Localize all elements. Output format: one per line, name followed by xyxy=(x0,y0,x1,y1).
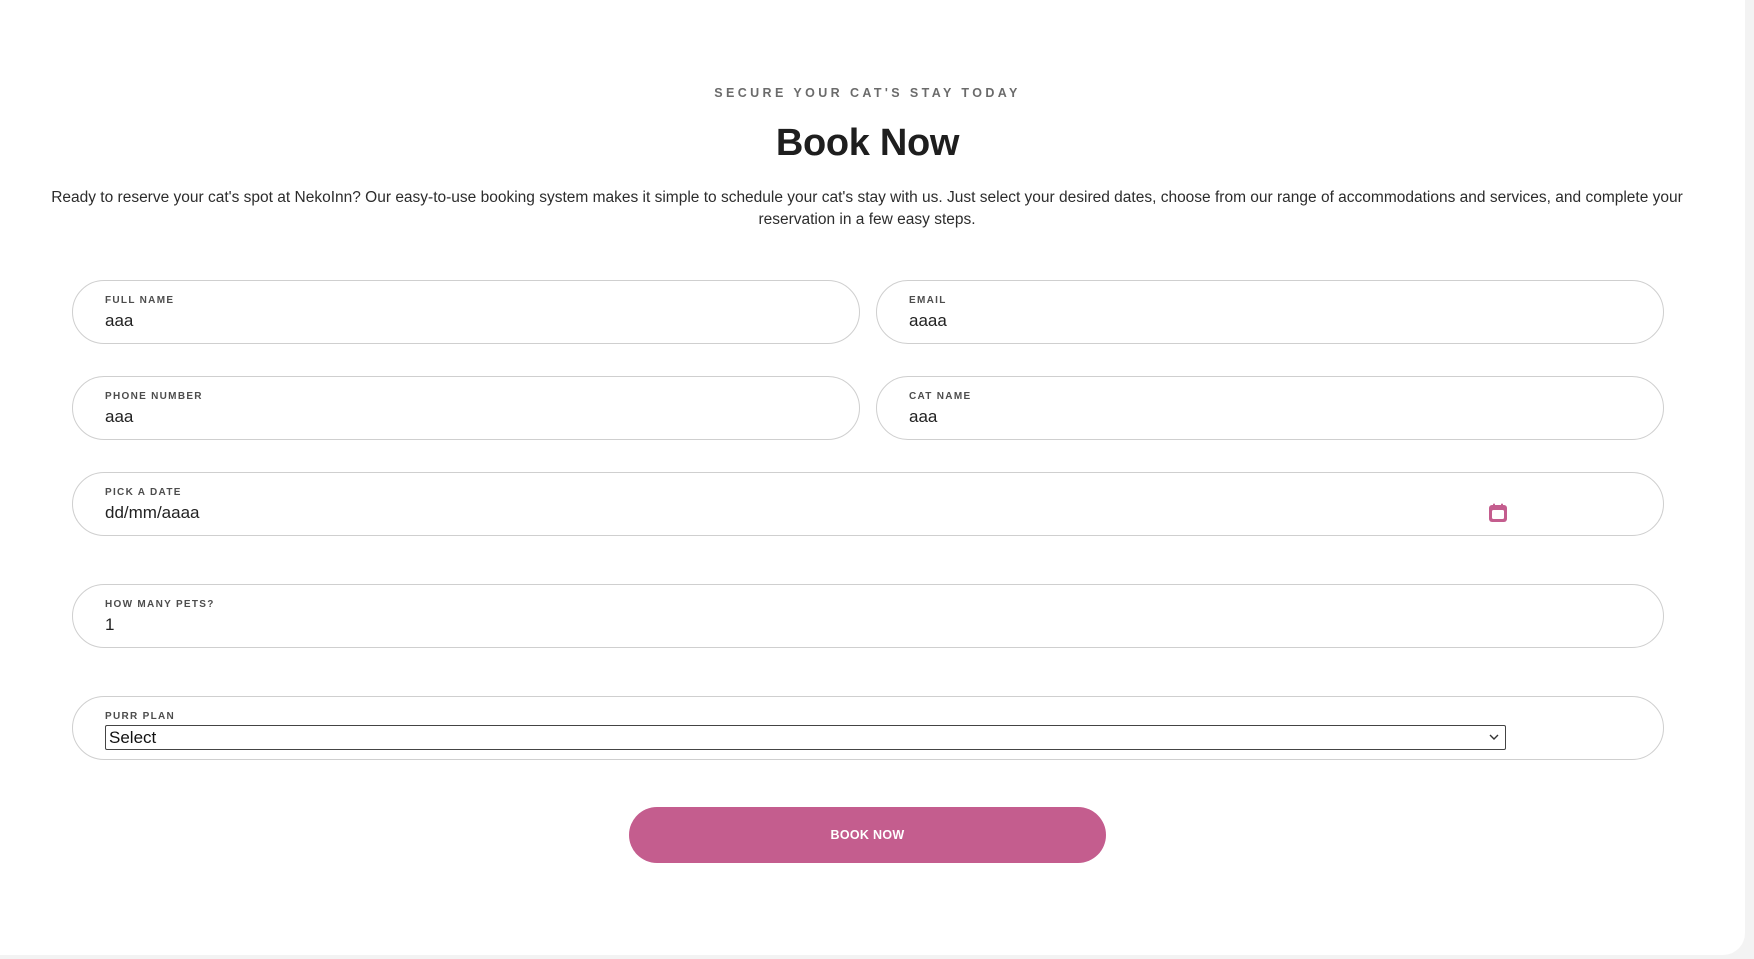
book-now-button[interactable]: BOOK NOW xyxy=(629,807,1106,863)
purr-plan-label: PURR PLAN xyxy=(105,711,176,722)
full-name-field[interactable]: FULL NAME aaa xyxy=(72,280,860,344)
pets-count-input[interactable]: 1 xyxy=(105,615,114,635)
intro-paragraph: Ready to reserve your cat's spot at Neko… xyxy=(51,189,1683,228)
pets-count-label: HOW MANY PETS? xyxy=(105,599,215,610)
full-name-label: FULL NAME xyxy=(105,295,175,306)
email-input[interactable]: aaaa xyxy=(909,311,947,331)
cat-name-input[interactable]: aaa xyxy=(909,407,937,427)
section-eyebrow: SECURE YOUR CAT'S STAY TODAY xyxy=(714,86,1021,100)
email-label: EMAIL xyxy=(909,295,947,306)
full-name-input[interactable]: aaa xyxy=(105,311,133,331)
email-field[interactable]: EMAIL aaaa xyxy=(876,280,1664,344)
cat-name-field[interactable]: CAT NAME aaa xyxy=(876,376,1664,440)
calendar-icon[interactable] xyxy=(1488,503,1508,523)
pick-date-field[interactable]: PICK A DATE dd/mm/aaaa xyxy=(72,472,1664,536)
purr-plan-selected-value: Select xyxy=(109,728,157,747)
purr-plan-select[interactable]: Select xyxy=(105,725,1506,750)
cat-name-label: CAT NAME xyxy=(909,391,972,402)
chevron-down-icon xyxy=(1489,734,1499,740)
phone-number-field[interactable]: PHONE NUMBER aaa xyxy=(72,376,860,440)
pick-date-label: PICK A DATE xyxy=(105,487,182,498)
phone-number-label: PHONE NUMBER xyxy=(105,391,203,402)
pets-count-field[interactable]: HOW MANY PETS? 1 xyxy=(72,584,1664,648)
page-title: Book Now xyxy=(775,122,960,164)
pick-date-input[interactable]: dd/mm/aaaa xyxy=(105,503,200,523)
phone-number-input[interactable]: aaa xyxy=(105,407,133,427)
purr-plan-field: PURR PLAN Select xyxy=(72,696,1664,760)
booking-page: SECURE YOUR CAT'S STAY TODAY Book Now Re… xyxy=(0,0,1745,955)
